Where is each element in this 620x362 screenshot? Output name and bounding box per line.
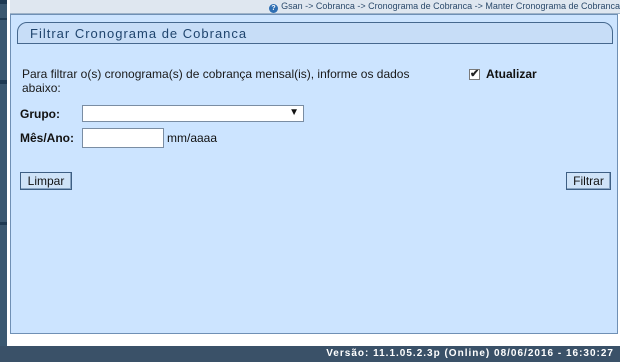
sidebar-strip-block [0, 80, 7, 84]
sidebar-strip-block [0, 222, 7, 225]
breadcrumb: ? Gsan -> Cobranca -> Cronograma de Cobra… [10, 0, 620, 14]
help-icon[interactable]: ? [269, 4, 279, 13]
update-checkbox-group[interactable]: Atualizar [469, 67, 537, 81]
intro-text: Para filtrar o(s) cronograma(s) de cobra… [22, 67, 410, 95]
clear-button[interactable]: Limpar [20, 172, 72, 190]
breadcrumb-text[interactable]: Gsan -> Cobranca -> Cronograma de Cobran… [281, 1, 620, 11]
dropdown-arrow-icon[interactable]: ▼ [289, 107, 299, 118]
left-sidebar-strip [0, 0, 7, 346]
filter-button[interactable]: Filtrar [566, 172, 611, 190]
group-select[interactable]: ▼ [82, 105, 304, 122]
sidebar-strip-block [0, 18, 7, 20]
update-label: Atualizar [486, 67, 537, 81]
version-text: Versão: 11.1.05.2.3p (Online) 08/06/2016… [326, 348, 614, 359]
update-checkbox[interactable] [469, 67, 480, 80]
version-footer: Versão: 11.1.05.2.3p (Online) 08/06/2016… [0, 346, 620, 362]
month-year-format-hint: mm/aaaa [167, 131, 218, 145]
group-label: Grupo: [20, 107, 60, 121]
month-year-label: Mês/Ano: [20, 131, 74, 145]
month-year-input[interactable] [82, 128, 164, 148]
sidebar-strip-block [0, 0, 7, 4]
panel-title-bar: Filtrar Cronograma de Cobranca [17, 22, 613, 44]
page-title: Filtrar Cronograma de Cobranca [30, 26, 248, 41]
filter-panel: Filtrar Cronograma de Cobranca Para filt… [10, 14, 618, 334]
